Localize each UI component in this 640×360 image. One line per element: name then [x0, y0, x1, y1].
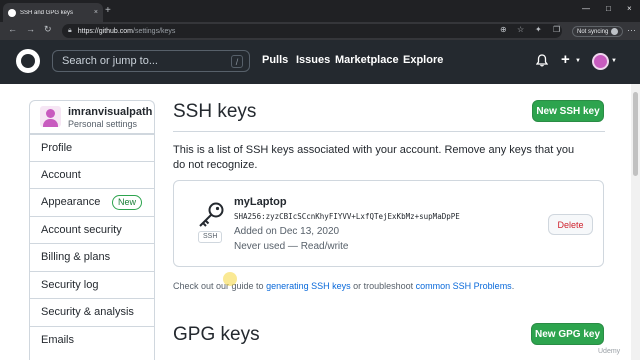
browser-toolbar: ← → ↻ 🔒︎ https://github.com/settings/key…	[0, 22, 640, 40]
maximize-button[interactable]: □	[606, 4, 611, 13]
forward-arrow-icon[interactable]: →	[26, 24, 35, 34]
create-new-plus-icon[interactable]: +	[561, 51, 570, 68]
extensions-icon[interactable]: ✦	[535, 25, 542, 34]
sidebar-item-appearance[interactable]: Appearance New	[30, 188, 154, 215]
new-tab-button[interactable]: +	[105, 5, 111, 16]
address-bar[interactable]: 🔒︎ https://github.com/settings/keys	[62, 24, 562, 38]
sidebar-item-security-analysis[interactable]: Security & analysis	[30, 298, 154, 325]
zoom-icon[interactable]: ⊕	[500, 25, 507, 34]
sidebar-item-billing[interactable]: Billing & plans	[30, 243, 154, 270]
minimize-button[interactable]: —	[582, 4, 590, 13]
ssh-key-usage: Never used — Read/write	[234, 241, 349, 252]
profile-caret-down-icon[interactable]: ▼	[611, 58, 617, 64]
new-badge: New	[111, 195, 142, 210]
profile-card: imranvisualpath Personal settings	[29, 100, 155, 133]
star-icon[interactable]: ☆	[517, 25, 524, 34]
new-ssh-key-button[interactable]: New SSH key	[532, 100, 604, 122]
ssh-key-item: SSH myLaptop SHA256:zyzCBIcSCcnKhyFIYVV+…	[173, 180, 604, 267]
search-placeholder: Search or jump to...	[62, 55, 158, 67]
reload-icon[interactable]: ↻	[44, 24, 52, 35]
tab-title: SSH and GPG keys	[20, 9, 74, 16]
close-tab-icon[interactable]: ×	[94, 9, 98, 16]
generating-ssh-keys-link[interactable]: generating SSH keys	[266, 281, 351, 291]
cursor-highlight	[223, 272, 237, 286]
ssh-description: This is a list of SSH keys associated wi…	[173, 144, 575, 171]
nav-pulls[interactable]: Pulls	[262, 54, 288, 66]
user-avatar-icon[interactable]	[592, 53, 609, 70]
ssh-key-added-date: Added on Dec 13, 2020	[234, 226, 340, 237]
browser-menu-icon[interactable]: ⋯	[627, 25, 636, 36]
profile-avatar-icon	[611, 28, 619, 35]
sync-status-button[interactable]: Not syncing	[572, 26, 624, 37]
scrollbar-thumb[interactable]	[633, 92, 638, 176]
sidebar-item-account[interactable]: Account	[30, 161, 154, 188]
sidebar-item-security-log[interactable]: Security log	[30, 271, 154, 298]
key-icon	[196, 201, 226, 229]
ssh-keys-heading: SSH keys	[173, 101, 257, 122]
back-arrow-icon[interactable]: ←	[8, 24, 17, 34]
nav-marketplace[interactable]: Marketplace	[335, 54, 399, 66]
new-gpg-key-button[interactable]: New GPG key	[531, 323, 604, 345]
ssh-key-title: myLaptop	[234, 196, 287, 208]
key-type-label: SSH	[198, 231, 223, 243]
delete-key-button[interactable]: Delete	[548, 214, 593, 235]
common-ssh-problems-link[interactable]: common SSH Problems	[416, 281, 512, 291]
nav-issues[interactable]: Issues	[296, 54, 330, 66]
ssh-key-fingerprint: SHA256:zyzCBIcSCcnKhyFIYVV+LxfQTejExKbMz…	[234, 212, 460, 221]
profile-subtitle: Personal settings	[68, 119, 138, 129]
github-header: Search or jump to... / Pulls Issues Mark…	[0, 40, 640, 84]
nav-explore[interactable]: Explore	[403, 54, 443, 66]
profile-username[interactable]: imranvisualpath	[68, 106, 152, 118]
lock-icon: 🔒︎	[68, 27, 72, 34]
create-caret-down-icon[interactable]: ▼	[575, 58, 581, 64]
search-input[interactable]: Search or jump to... /	[52, 50, 250, 72]
github-logo-icon[interactable]	[16, 49, 40, 73]
sidebar-item-account-security[interactable]: Account security	[30, 216, 154, 243]
notifications-bell-icon[interactable]	[535, 54, 549, 70]
watermark: Udemy	[598, 348, 621, 355]
browser-tab[interactable]: SSH and GPG keys ×	[3, 3, 103, 22]
url-text: https://github.com/settings/keys	[77, 27, 176, 35]
close-window-button[interactable]: ×	[627, 4, 632, 13]
gpg-keys-heading: GPG keys	[173, 324, 260, 345]
sidebar-item-profile[interactable]: Profile	[30, 134, 154, 161]
avatar[interactable]	[40, 106, 61, 127]
sidebar-item-emails[interactable]: Emails	[30, 326, 154, 353]
github-favicon-icon	[8, 8, 16, 17]
search-shortcut-key: /	[231, 55, 243, 68]
collections-icon[interactable]: ❐	[553, 25, 560, 34]
browser-tab-bar: SSH and GPG keys × + — □ ×	[0, 0, 640, 22]
divider	[173, 131, 605, 132]
settings-sidebar: Profile Account Appearance New Account se…	[29, 133, 155, 360]
